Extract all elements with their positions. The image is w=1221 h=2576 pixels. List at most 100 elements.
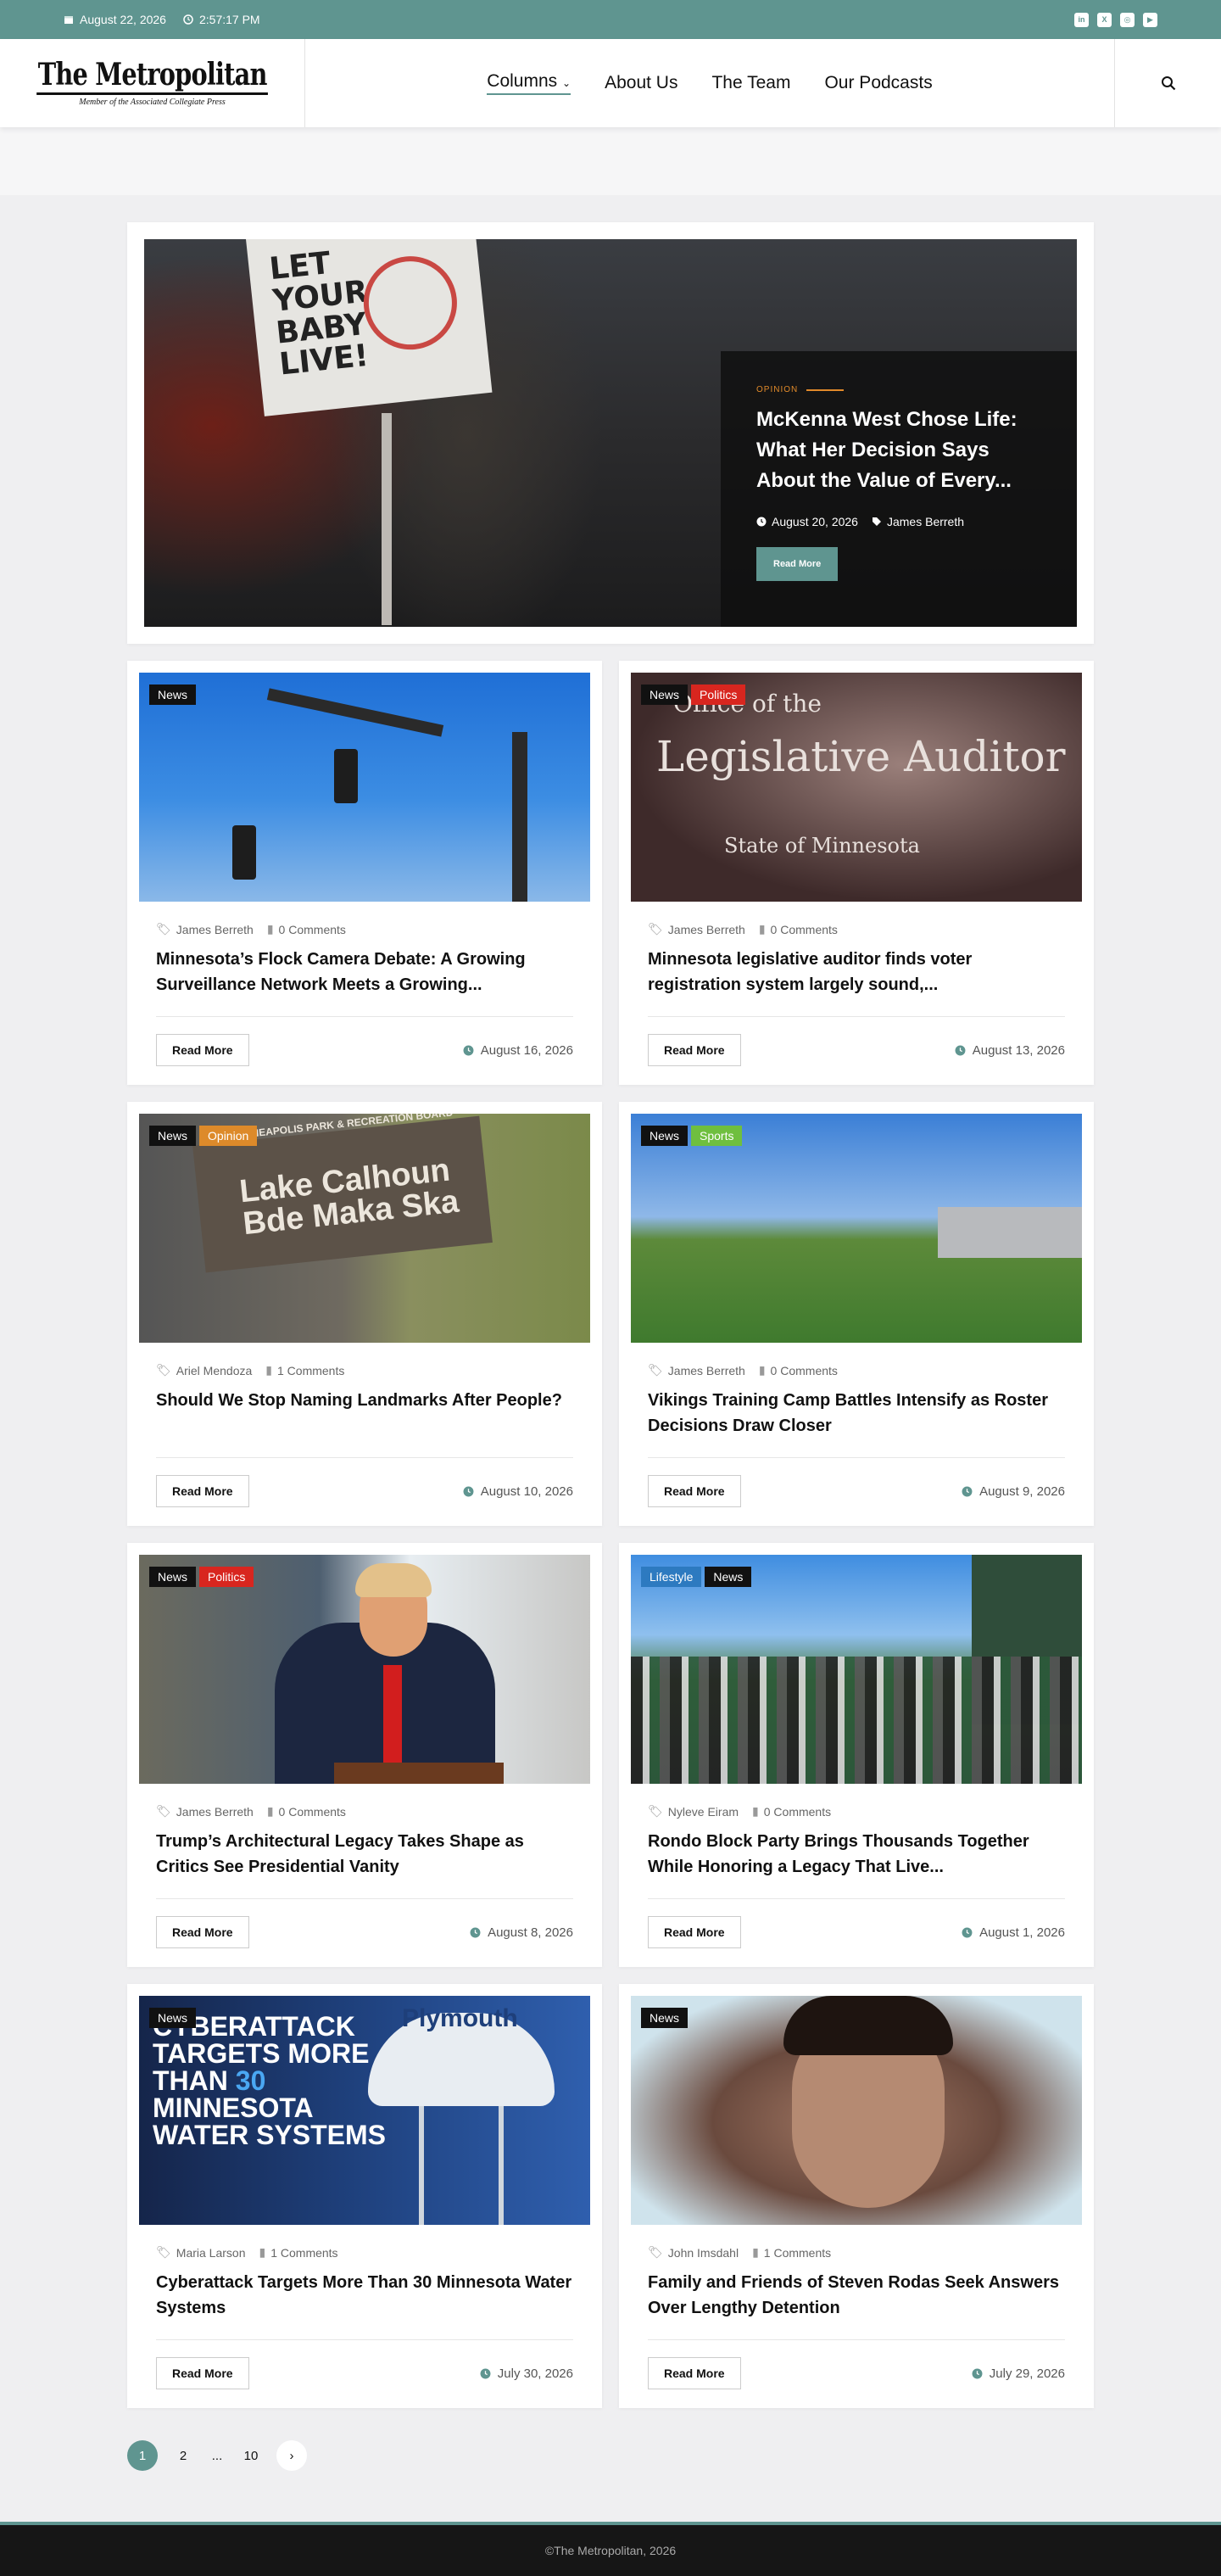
chevron-right-icon: › <box>289 2448 294 2463</box>
nav-the-team[interactable]: The Team <box>711 73 790 93</box>
read-more-button[interactable]: Read More <box>156 1034 249 1066</box>
thumb-line-number: 30 <box>235 2065 266 2096</box>
post-author[interactable]: John Imsdahl <box>668 2246 739 2260</box>
page-1[interactable]: 1 <box>127 2440 158 2471</box>
tag-news[interactable]: News <box>705 1567 752 1587</box>
read-more-button[interactable]: Read More <box>648 1475 741 1507</box>
post-thumbnail[interactable]: News <box>139 673 590 902</box>
tag-news[interactable]: News <box>641 2008 689 2028</box>
read-more-button[interactable]: Read More <box>156 2357 249 2389</box>
post-comments[interactable]: 1 Comments <box>764 2246 831 2260</box>
post-title[interactable]: Vikings Training Camp Battles Intensify … <box>648 1388 1065 1439</box>
post-comments-wrap: ▮ 0 Comments <box>267 1804 346 1819</box>
tag-news[interactable]: News <box>149 1126 197 1146</box>
post-thumbnail[interactable]: Lifestyle News <box>631 1555 1082 1784</box>
post-body: 🏷 James Berreth ▮ 0 Comments Trump’s Archi… <box>139 1804 590 1948</box>
post-author[interactable]: Maria Larson <box>176 2246 246 2260</box>
post-author[interactable]: James Berreth <box>176 1805 254 1819</box>
post-footer: Read More August 13, 2026 <box>648 1016 1065 1066</box>
nav-our-podcasts[interactable]: Our Podcasts <box>824 73 932 93</box>
post-comments[interactable]: 1 Comments <box>277 1364 344 1377</box>
post-date[interactable]: August 9, 2026 <box>979 1484 1065 1499</box>
post-title[interactable]: Minnesota legislative auditor finds vote… <box>648 947 1065 997</box>
post-title[interactable]: Cyberattack Targets More Than 30 Minneso… <box>156 2270 573 2321</box>
featured-overlay: OPINION McKenna West Chose Life: What He… <box>721 351 1077 627</box>
post-thumbnail[interactable]: MINNEAPOLIS PARK & RECREATION BOARD Lake… <box>139 1114 590 1343</box>
post-thumbnail[interactable]: Office of the Legislative Auditor State … <box>631 673 1082 902</box>
tag-news[interactable]: News <box>641 685 689 705</box>
youtube-icon[interactable]: ▶ <box>1143 12 1157 27</box>
tag-news[interactable]: News <box>641 1126 689 1146</box>
post-title[interactable]: Trump’s Architectural Legacy Takes Shape… <box>156 1829 573 1880</box>
post-date[interactable]: July 29, 2026 <box>990 2366 1065 2381</box>
top-bar: August 22, 2026 2:57:17 PM in X ◎ ▶ <box>0 0 1221 39</box>
post-date[interactable]: August 1, 2026 <box>979 1925 1065 1940</box>
tag-news[interactable]: News <box>149 685 197 705</box>
nav-columns[interactable]: Columns ⌄ <box>487 71 571 95</box>
comment-icon: ▮ <box>752 2245 759 2259</box>
featured-title[interactable]: McKenna West Chose Life: What Her Decisi… <box>756 405 1041 496</box>
chevron-down-icon: ⌄ <box>562 77 571 89</box>
read-more-button[interactable]: Read More <box>156 1916 249 1948</box>
nav-about-us[interactable]: About Us <box>605 73 677 93</box>
post-author[interactable]: James Berreth <box>668 1364 745 1377</box>
read-more-button[interactable]: Read More <box>648 2357 741 2389</box>
post-date[interactable]: August 16, 2026 <box>481 1043 573 1058</box>
post-author-wrap: 🏷 James Berreth <box>648 1363 745 1377</box>
post-comments[interactable]: 1 Comments <box>270 2246 337 2260</box>
tag-news[interactable]: News <box>149 1567 197 1587</box>
post-author-wrap: 🏷 James Berreth <box>156 922 254 936</box>
featured-image[interactable]: LET YOUR BABY LIVE! OPINION McKenna West… <box>144 239 1077 627</box>
page-10[interactable]: 10 <box>236 2440 266 2471</box>
post-comments[interactable]: 0 Comments <box>279 1805 346 1819</box>
post-comments[interactable]: 0 Comments <box>771 923 838 936</box>
next-page-button[interactable]: › <box>276 2440 307 2471</box>
featured-date[interactable]: August 20, 2026 <box>772 515 858 528</box>
post-date[interactable]: August 8, 2026 <box>488 1925 573 1940</box>
post-author[interactable]: Ariel Mendoza <box>176 1364 253 1377</box>
post-title[interactable]: Minnesota’s Flock Camera Debate: A Growi… <box>156 947 573 997</box>
site-logo[interactable]: The Metropolitan Member of the Associate… <box>0 39 305 127</box>
post-thumbnail[interactable]: News Politics <box>139 1555 590 1784</box>
featured-category[interactable]: OPINION <box>756 385 1041 394</box>
post-title[interactable]: Should We Stop Naming Landmarks After Pe… <box>156 1388 573 1439</box>
post-comments[interactable]: 0 Comments <box>764 1805 831 1819</box>
post-author[interactable]: James Berreth <box>176 923 254 936</box>
post-date[interactable]: August 13, 2026 <box>973 1043 1065 1058</box>
post-title[interactable]: Family and Friends of Steven Rodas Seek … <box>648 2270 1065 2321</box>
tag-politics[interactable]: Politics <box>691 685 746 705</box>
tag-sports[interactable]: Sports <box>691 1126 743 1146</box>
post-comments[interactable]: 0 Comments <box>771 1364 838 1377</box>
post-date[interactable]: August 10, 2026 <box>481 1484 573 1499</box>
post-meta: 🏷 James Berreth ▮ 0 Comments <box>156 922 573 936</box>
post-author[interactable]: Nyleve Eiram <box>668 1805 739 1819</box>
tag-opinion[interactable]: Opinion <box>199 1126 258 1146</box>
page-2[interactable]: 2 <box>168 2440 198 2471</box>
featured-author[interactable]: James Berreth <box>887 515 964 528</box>
post-thumbnail[interactable]: News Sports <box>631 1114 1082 1343</box>
search-toggle[interactable] <box>1114 39 1221 127</box>
x-icon[interactable]: X <box>1097 12 1112 27</box>
post-body: 🏷 John Imsdahl ▮ 1 Comments Family and Fri… <box>631 2245 1082 2389</box>
post-author-wrap: 🏷 James Berreth <box>156 1804 254 1819</box>
post-comments[interactable]: 0 Comments <box>279 923 346 936</box>
post-author-wrap: 🏷 Ariel Mendoza <box>156 1363 252 1377</box>
calendar-icon <box>64 16 73 24</box>
post-author[interactable]: James Berreth <box>668 923 745 936</box>
tag-lifestyle[interactable]: Lifestyle <box>641 1567 702 1587</box>
read-more-button[interactable]: Read More <box>648 1034 741 1066</box>
post-thumbnail[interactable]: News <box>631 1996 1082 2225</box>
post-footer: Read More August 1, 2026 <box>648 1898 1065 1948</box>
post-card: Lifestyle News 🏷 Nyleve Eiram ▮ 0 Comments… <box>619 1543 1094 1967</box>
read-more-button[interactable]: Read More <box>156 1475 249 1507</box>
clock-icon <box>962 1486 973 1496</box>
post-date[interactable]: July 30, 2026 <box>498 2366 573 2381</box>
linkedin-icon[interactable]: in <box>1074 12 1089 27</box>
featured-read-more-button[interactable]: Read More <box>756 547 839 581</box>
tag-news[interactable]: News <box>149 2008 197 2028</box>
post-title[interactable]: Rondo Block Party Brings Thousands Toget… <box>648 1829 1065 1880</box>
read-more-button[interactable]: Read More <box>648 1916 741 1948</box>
tag-politics[interactable]: Politics <box>199 1567 254 1587</box>
post-thumbnail[interactable]: CYBERATTACK TARGETS MORE THAN 30 MINNESO… <box>139 1996 590 2225</box>
instagram-icon[interactable]: ◎ <box>1120 12 1135 27</box>
